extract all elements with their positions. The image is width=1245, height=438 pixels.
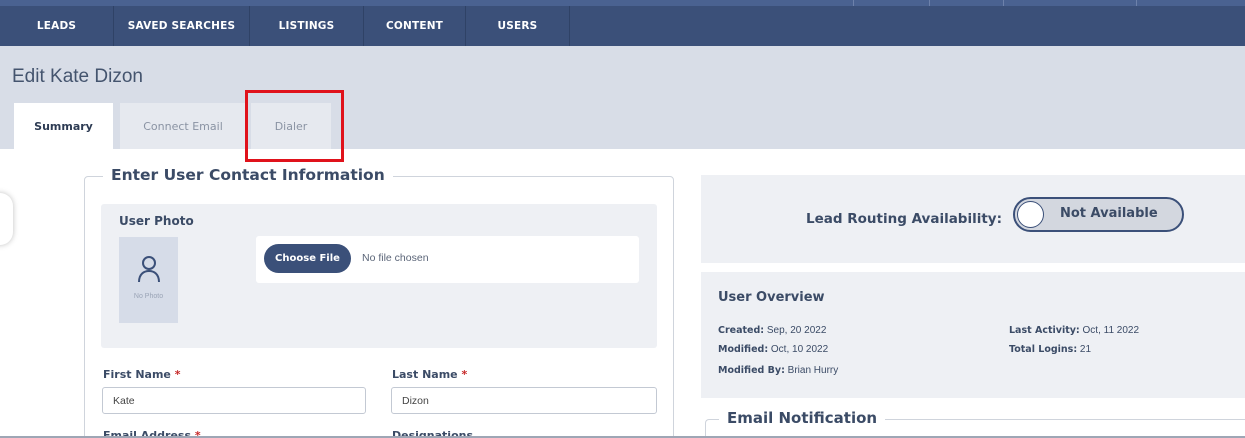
main-nav: LEADS SAVED SEARCHES LISTINGS CONTENT US… — [0, 6, 1245, 46]
last-activity-value: Oct, 11 2022 — [1082, 325, 1140, 336]
modified-row: Modified: Oct, 10 2022 — [718, 344, 828, 355]
nav-leads[interactable]: LEADS — [0, 6, 114, 46]
tab-summary[interactable]: Summary — [14, 103, 113, 149]
tab-connect-email[interactable]: Connect Email — [120, 103, 246, 149]
no-photo-label: No Photo — [133, 293, 164, 300]
total-logins-value: 21 — [1079, 344, 1092, 355]
last-name-input[interactable]: Dizon — [391, 387, 657, 414]
photo-label: User Photo — [119, 214, 194, 228]
modified-by-row: Modified By: Brian Hurry — [718, 365, 838, 376]
nav-users[interactable]: USERS — [466, 6, 570, 46]
first-name-input[interactable]: Kate — [102, 387, 366, 414]
lead-routing-toggle[interactable]: Not Available — [1013, 197, 1184, 232]
no-file-text: No file chosen — [362, 252, 429, 264]
total-logins-row: Total Logins: 21 — [1009, 344, 1091, 355]
nav-content[interactable]: CONTENT — [364, 6, 466, 46]
created-value: Sep, 20 2022 — [766, 325, 827, 336]
left-carousel-handle[interactable] — [0, 193, 13, 245]
nav-saved-searches[interactable]: SAVED SEARCHES — [114, 6, 250, 46]
lead-routing-label: Lead Routing Availability: — [806, 211, 1003, 227]
created-row: Created: Sep, 20 2022 — [718, 325, 826, 336]
contact-legend: Enter User Contact Information — [103, 166, 393, 184]
last-activity-label: Last Activity: — [1009, 325, 1080, 336]
modified-label: Modified: — [718, 344, 769, 355]
last-name-label-text: Last Name — [392, 368, 458, 381]
user-overview-title: User Overview — [718, 290, 825, 305]
modified-by-value: Brian Hurry — [787, 365, 839, 376]
first-name-label: First Name * — [103, 368, 181, 381]
last-name-label: Last Name * — [392, 368, 467, 381]
page-title: Edit Kate Dizon — [12, 66, 143, 87]
user-icon — [138, 256, 160, 283]
created-label: Created: — [718, 325, 765, 336]
email-notification-legend: Email Notification — [719, 409, 886, 427]
required-mark: * — [461, 368, 468, 381]
choose-file-button[interactable]: Choose File — [264, 244, 351, 273]
modified-by-label: Modified By: — [718, 365, 785, 376]
first-name-label-text: First Name — [103, 368, 171, 381]
tab-dialer[interactable]: Dialer — [251, 103, 331, 149]
toggle-knob — [1017, 201, 1044, 228]
photo-placeholder: No Photo — [119, 237, 178, 323]
total-logins-label: Total Logins: — [1009, 344, 1078, 355]
nav-spacer — [570, 6, 1245, 46]
last-activity-row: Last Activity: Oct, 11 2022 — [1009, 325, 1139, 336]
nav-listings[interactable]: LISTINGS — [250, 6, 364, 46]
modified-value: Oct, 10 2022 — [770, 344, 829, 355]
required-mark: * — [174, 368, 181, 381]
toggle-status: Not Available — [1060, 206, 1158, 221]
